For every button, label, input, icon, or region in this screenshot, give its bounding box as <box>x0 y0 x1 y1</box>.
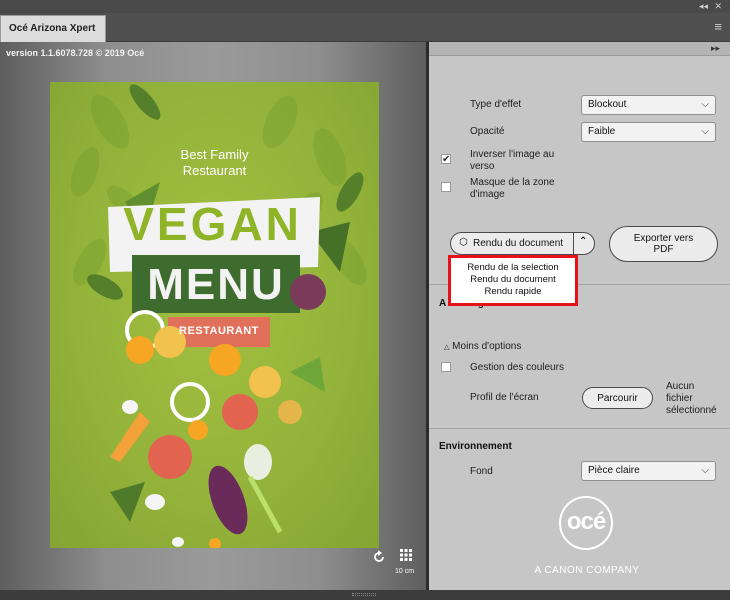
environment-section-title: Environnement <box>439 441 512 452</box>
render-option-quick[interactable]: Rendu rapide <box>451 286 575 298</box>
window-top-bar: ◂◂ ✕ <box>0 0 730 13</box>
background-select[interactable]: Pièce claire ⌵ <box>581 461 716 481</box>
image-mask-checkbox[interactable] <box>441 182 451 192</box>
chevron-up-icon[interactable]: ⌃ <box>579 236 587 247</box>
effect-type-value: Blockout <box>588 99 627 110</box>
effect-type-label: Type d'effet <box>470 99 522 110</box>
image-mask-label-2: d'image <box>470 189 505 200</box>
render-document-button[interactable]: ⬡ Rendu du document ⌃ <box>450 232 595 255</box>
collapse-panels-icon[interactable]: ◂◂ <box>699 1 708 12</box>
version-label: version 1.1.6078.728 © 2019 Océ <box>6 48 145 58</box>
triangle-up-icon: △ <box>444 344 450 351</box>
render-option-document[interactable]: Rendu du document <box>451 274 575 286</box>
settings-panel: ▸▸ Type d'effet Blockout ⌵ Opacité Faibl… <box>429 42 730 590</box>
chevron-down-icon: ⌵ <box>701 465 709 476</box>
oce-logo-text: océ <box>566 508 606 535</box>
color-management-label: Gestion des couleurs <box>470 362 564 373</box>
cube-icon: ⬡ <box>459 237 468 248</box>
browse-button[interactable]: Parcourir <box>582 387 653 409</box>
render-option-selection[interactable]: Rendu de la selection <box>451 262 575 274</box>
export-pdf-label-1: Exporter vers <box>633 233 694 244</box>
rotate-icon[interactable] <box>372 550 386 564</box>
chevron-down-icon: ⌵ <box>701 126 709 137</box>
poster-restaurant-label: RESTAURANT <box>179 325 259 337</box>
poster-title-vegan: VEGAN <box>123 198 302 250</box>
invert-image-checkbox[interactable]: ✔ <box>441 154 451 165</box>
no-file-label-2: fichier <box>666 393 693 404</box>
poster-line-2: Restaurant <box>182 163 247 178</box>
resize-grip[interactable] <box>352 593 376 596</box>
background-label: Fond <box>470 466 493 477</box>
less-options-label: Moins d'options <box>452 341 522 352</box>
invert-image-label-2: verso <box>470 161 495 172</box>
screen-profile-label: Profil de l'écran <box>470 392 539 403</box>
brand-tagline: A CANON COMPANY <box>534 565 640 576</box>
poster-preview: Best Family Restaurant VEGAN MENU RESTAU… <box>50 82 379 548</box>
bottom-status-bar <box>0 590 730 600</box>
export-pdf-button[interactable]: Exporter vers PDF <box>609 226 718 262</box>
no-file-label-1: Aucun <box>666 381 695 392</box>
tab-oce-arizona-xpert[interactable]: Océ Arizona Xpert <box>0 15 106 42</box>
invert-image-label-1: Inverser l'image au <box>470 149 555 160</box>
panel-menu-icon[interactable]: ≡ <box>714 19 722 34</box>
poster-line-1: Best Family <box>180 147 249 162</box>
opacity-select[interactable]: Faible ⌵ <box>581 122 716 142</box>
opacity-value: Faible <box>588 126 616 137</box>
panel-header: ▸▸ <box>429 42 730 56</box>
effect-type-select[interactable]: Blockout ⌵ <box>581 95 716 115</box>
background-value: Pièce claire <box>588 465 640 476</box>
color-management-checkbox[interactable] <box>441 362 451 372</box>
opacity-label: Opacité <box>470 126 505 137</box>
less-options-toggle[interactable]: △ Moins d'options <box>444 341 521 354</box>
chevron-down-icon: ⌵ <box>701 99 709 110</box>
tab-row: Océ Arizona Xpert ≡ <box>0 13 730 42</box>
expand-panel-icon[interactable]: ▸▸ <box>711 43 720 54</box>
render-document-label: Rendu du document <box>473 238 564 249</box>
grid-scale-label: 10 cm <box>395 568 415 575</box>
oce-logo: océ <box>559 496 613 550</box>
image-mask-label-1: Masque de la zone <box>470 177 555 188</box>
grid-icon[interactable] <box>400 549 412 561</box>
render-divider <box>573 233 574 254</box>
poster-title-menu: MENU <box>147 260 285 309</box>
section-divider <box>429 428 730 429</box>
export-pdf-label-2: PDF <box>653 244 674 255</box>
preview-area: version 1.1.6078.728 © 2019 Océ Best Fam… <box>0 42 426 590</box>
render-options-menu: Rendu de la selection Rendu du document … <box>448 255 578 306</box>
close-icon[interactable]: ✕ <box>714 1 722 12</box>
no-file-label-3: sélectionné <box>666 405 717 416</box>
